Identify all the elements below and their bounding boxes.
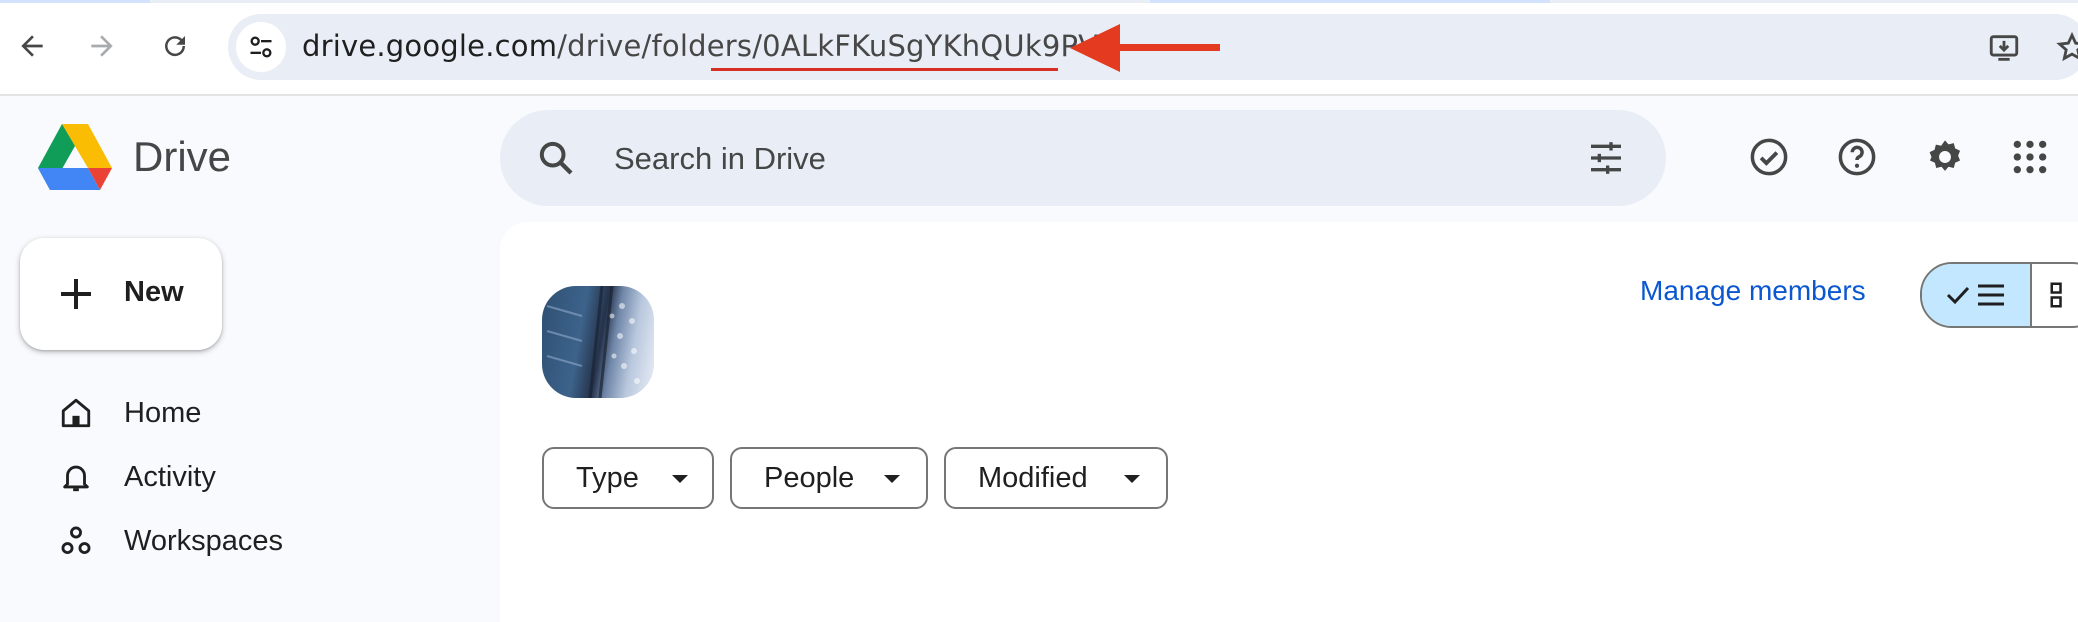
- manage-members-link[interactable]: Manage members: [1640, 275, 1866, 307]
- caret-down-icon: [1124, 475, 1140, 483]
- back-button[interactable]: [10, 24, 54, 68]
- arrow-right-icon: [91, 35, 113, 57]
- workspaces-icon: [56, 521, 96, 561]
- new-button-label: New: [124, 276, 184, 308]
- filter-chip-label: People: [764, 462, 855, 494]
- reload-button[interactable]: [153, 24, 197, 68]
- sidebar-item-workspaces[interactable]: Workspaces: [56, 517, 456, 565]
- filter-chip-label: Type: [576, 462, 639, 494]
- caret-down-icon: [672, 475, 688, 483]
- url-folder-id: 0ALkFKuSgYKhQUk9PVA: [762, 29, 1117, 63]
- grid-view-icon: [2050, 282, 2062, 308]
- shared-drive-cover-image[interactable]: [542, 286, 654, 398]
- check-list-icon: [1946, 284, 2004, 306]
- bell-icon: [56, 457, 96, 497]
- browser-toolbar: drive.google.com/drive/folders/0ALkFKuSg…: [0, 0, 2078, 96]
- google-apps-button[interactable]: [2008, 135, 2052, 179]
- search-input[interactable]: [612, 110, 1516, 208]
- url-host: drive.google.com: [302, 29, 558, 63]
- tab-strip-edge: [0, 0, 2078, 3]
- sidebar-item-label: Activity: [124, 461, 216, 493]
- ready-for-offline-button[interactable]: [1747, 135, 1791, 179]
- install-icon: [1989, 35, 2019, 61]
- sidebar-item-label: Home: [124, 397, 202, 429]
- search-options-icon[interactable]: [1586, 138, 1626, 178]
- install-app-button[interactable]: [1982, 26, 2026, 70]
- url-path: /drive/folders/: [557, 29, 763, 63]
- sidebar-item-home[interactable]: Home: [56, 389, 456, 437]
- view-toggle[interactable]: [1920, 262, 2078, 328]
- app-title: Drive: [133, 133, 232, 180]
- plus-icon: [61, 279, 91, 309]
- filter-chip-modified[interactable]: Modified: [944, 447, 1168, 509]
- help-icon: [1838, 138, 1876, 176]
- filter-chip-type[interactable]: Type: [542, 447, 714, 509]
- search-bar[interactable]: [500, 110, 1666, 208]
- settings-button[interactable]: [1923, 135, 1967, 179]
- reload-icon: [165, 36, 186, 57]
- list-view-button[interactable]: [1922, 264, 2032, 326]
- sidebar-item-activity[interactable]: Activity: [56, 453, 456, 501]
- apps-grid-icon: [2013, 140, 2047, 174]
- gear-icon: [1929, 140, 1961, 171]
- drive-logo-icon[interactable]: [38, 124, 112, 190]
- sidebar-item-label: Workspaces: [124, 525, 284, 557]
- tune-icon: [250, 36, 272, 58]
- search-icon[interactable]: [536, 138, 576, 178]
- url-text[interactable]: drive.google.com/drive/folders/0ALkFKuSg…: [302, 29, 1116, 63]
- arrow-left-icon: [21, 35, 43, 57]
- support-button[interactable]: [1835, 135, 1879, 179]
- caret-down-icon: [884, 475, 900, 483]
- filter-chip-label: Modified: [978, 462, 1088, 494]
- new-button[interactable]: New: [20, 238, 222, 350]
- filter-chip-people[interactable]: People: [730, 447, 928, 509]
- star-icon: [2056, 31, 2078, 62]
- annotation-arrow-icon: [1070, 24, 1220, 72]
- forward-button[interactable]: [80, 24, 124, 68]
- cover-pattern-icon: [546, 286, 640, 398]
- folder-id-underline: [711, 68, 1058, 71]
- site-info-button[interactable]: [236, 22, 286, 72]
- grid-view-button[interactable]: [2032, 264, 2078, 326]
- home-icon: [56, 393, 96, 433]
- bookmark-button[interactable]: [2050, 26, 2078, 70]
- check-circle-icon: [1750, 138, 1788, 176]
